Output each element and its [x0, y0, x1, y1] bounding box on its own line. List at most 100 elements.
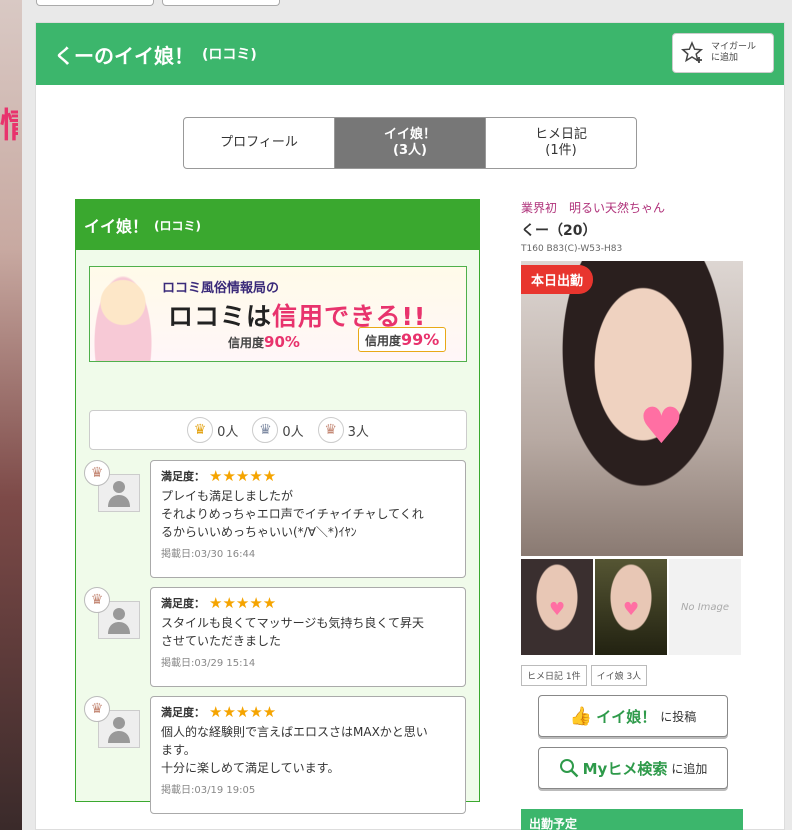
review-date: 掲載日:03/29 15:14	[161, 658, 256, 669]
girl-catchphrase: 業界初 明るい天然ちゃん	[521, 201, 666, 215]
heart-sticker-icon: ♥	[623, 599, 640, 620]
post-small-label: に投稿	[660, 709, 697, 724]
review-line: ます。	[161, 743, 196, 757]
banner-tagline: ロコミ風俗情報局の	[162, 281, 280, 296]
no-image-label: No Image	[680, 601, 730, 613]
review-line: スタイルも良くてマッサージも気持ち良くて昇天	[161, 616, 425, 630]
gold-crown-icon: ♛	[187, 417, 214, 443]
tab-label: イイ娘！	[383, 127, 436, 142]
review-line: させていただきました	[161, 634, 282, 648]
gold-count: ♛ 0人	[187, 417, 238, 443]
top-tab-strip	[36, 0, 280, 6]
kuchikomi-banner[interactable]: ロコミ風俗情報局の ロコミは信用できる!! 信用度90% 信用度99%	[89, 266, 467, 362]
thumbnail[interactable]: ♥	[595, 559, 667, 655]
reviews-title: イイ娘！	[84, 217, 149, 236]
top-tab[interactable]	[36, 0, 154, 6]
tab-diary[interactable]: ヒメ日記 (1件)	[486, 118, 636, 168]
thumbnail-placeholder[interactable]: No Image	[669, 559, 741, 655]
satisfaction-label: 満足度：	[161, 597, 205, 610]
review-item: ♛ 満足度： ★★★★★ プレイも満足しましたがそれよりめっちゃエロ声でイチャイチ…	[84, 460, 469, 580]
post-big-label: イイ娘！	[596, 707, 657, 726]
user-icon	[108, 717, 130, 743]
review-line: 十分に楽しめて満足しています。	[161, 761, 340, 775]
mygirl-label-1: マイガール	[711, 42, 757, 52]
review-text: スタイルも良くてマッサージも気持ち良くて昇天 させていただきました	[161, 614, 455, 650]
iimusume-link[interactable]: イイ娘 3人	[590, 665, 648, 686]
silver-crown-icon: ♛	[252, 417, 279, 443]
satisfaction: 満足度： ★★★★★	[161, 703, 455, 721]
silver-value: 90%	[264, 333, 300, 351]
bronze-crown-icon: ♛	[317, 417, 344, 443]
add-mygirl-button[interactable]: マイガール に追加	[672, 33, 774, 73]
panel-header: くーのイイ娘！ (ロコミ) マイガール に追加	[36, 23, 784, 85]
tab-label: プロフィール	[220, 135, 298, 150]
silver-count-value: 0人	[282, 424, 304, 440]
bronze-count-value: 3人	[347, 424, 369, 440]
banner-gold: 信用度99%	[358, 327, 447, 352]
profile-tabs: プロフィール イイ娘！ (3人) ヒメ日記 (1件)	[183, 117, 637, 169]
reviews-header: イイ娘！ (ロコミ)	[76, 200, 479, 250]
girl-panel: くーのイイ娘！ (ロコミ) マイガール に追加 プロフィール イイ娘！ (3人) ヒ…	[35, 22, 785, 830]
heart-sticker-icon: ♥	[549, 599, 566, 620]
silver-label: 信用度	[228, 336, 265, 350]
tab-count: (1件)	[545, 143, 577, 158]
rank-counts: ♛ 0人 ♛ 0人 ♛ 3人	[89, 410, 467, 450]
gold-value: 99%	[401, 330, 440, 349]
star-rating-icon: ★★★★★	[209, 703, 277, 721]
review-text: 個人的な経験則で言えばエロスさはMAXかと思い ます。十分に楽しめて満足しています…	[161, 723, 455, 777]
background-mark: 情	[0, 106, 18, 146]
post-iimusume-button[interactable]: 👍 イイ娘！ に投稿	[538, 695, 728, 737]
satisfaction: 満足度： ★★★★★	[161, 467, 455, 485]
satisfaction-label: 満足度：	[161, 470, 205, 483]
girl-name: くー（20）	[521, 223, 597, 239]
review-line: 個人的な経験則で言えばエロスさはMAXかと思い	[161, 725, 428, 739]
today-badge: 本日出勤	[521, 265, 594, 294]
banner-headline-a: ロコミ	[168, 302, 247, 331]
tab-count: (3人)	[393, 143, 427, 158]
review-line: それよりめっちゃエロ声でイチャイチャしてくれ	[161, 507, 424, 521]
girl-size: T160 B83(C)-W53-H83	[521, 244, 623, 254]
star-rating-icon: ★★★★★	[209, 594, 277, 612]
girl-main-photo[interactable]: 本日出勤 ♥	[521, 261, 743, 556]
user-icon	[108, 608, 130, 634]
star-rating-icon: ★★★★★	[209, 467, 277, 485]
search-big-label: Myヒメ検索	[582, 759, 668, 778]
tab-profile[interactable]: プロフィール	[184, 118, 335, 168]
review-date: 掲載日:03/19 19:05	[161, 785, 256, 796]
satisfaction: 満足度： ★★★★★	[161, 594, 455, 612]
thumbnail[interactable]: ♥	[521, 559, 593, 655]
user-icon	[108, 481, 130, 507]
bronze-crown-icon: ♛	[84, 696, 110, 722]
gold-count-value: 0人	[217, 424, 239, 440]
photo-thumbnails: ♥ ♥ No Image	[521, 559, 743, 655]
thumbs-up-icon: 👍	[569, 705, 593, 727]
review-item: ♛ 満足度： ★★★★★ 個人的な経験則で言えばエロスさはMAXかと思い ます。十分…	[84, 696, 469, 816]
banner-headline-b: は	[246, 302, 273, 331]
bronze-crown-icon: ♛	[84, 460, 110, 486]
review-item: ♛ 満足度： ★★★★★ スタイルも良くてマッサージも気持ち良くて昇天 させていただ…	[84, 587, 469, 687]
silver-count: ♛ 0人	[252, 417, 304, 443]
myhime-search-button[interactable]: Myヒメ検索 に追加	[538, 747, 728, 789]
diary-link[interactable]: ヒメ日記 1件	[521, 665, 587, 686]
top-tab[interactable]	[162, 0, 280, 6]
review-date: 掲載日:03/30 16:44	[161, 549, 256, 560]
bronze-count: ♛ 3人	[317, 417, 369, 443]
review-line: プレイも満足しましたが	[161, 489, 294, 503]
review-text: プレイも満足しましたがそれよりめっちゃエロ声でイチャイチャしてくれ るからいいめっ…	[161, 487, 455, 541]
banner-mascot	[92, 271, 154, 361]
page-subtitle: (ロコミ)	[202, 47, 257, 63]
review-line: るからいいめっちゃいい(*/∀＼*)ｲﾔﾝ	[161, 525, 357, 539]
girl-info: 業界初 明るい天然ちゃん くー（20） T160 B83(C)-W53-H83	[521, 199, 743, 254]
reviews-title-sub: (ロコミ)	[154, 218, 201, 233]
tab-iimusume[interactable]: イイ娘！ (3人)	[335, 118, 486, 168]
background-photo-strip: 情	[0, 0, 22, 830]
reviews-section: イイ娘！ (ロコミ) ロコミ風俗情報局の ロコミは信用できる!! 信用度90% 信…	[75, 199, 480, 814]
mini-links: ヒメ日記 1件 イイ娘 3人	[521, 665, 648, 686]
star-plus-icon	[681, 41, 704, 63]
review-bubble: 満足度： ★★★★★ プレイも満足しましたがそれよりめっちゃエロ声でイチャイチャし…	[150, 460, 466, 578]
mygirl-label-2: に追加	[711, 53, 739, 63]
review-bubble: 満足度： ★★★★★ スタイルも良くてマッサージも気持ち良くて昇天 させていただきま…	[150, 587, 466, 687]
satisfaction-label: 満足度：	[161, 706, 205, 719]
search-icon	[559, 759, 578, 778]
shift-schedule-header: 出勤予定	[521, 809, 743, 830]
